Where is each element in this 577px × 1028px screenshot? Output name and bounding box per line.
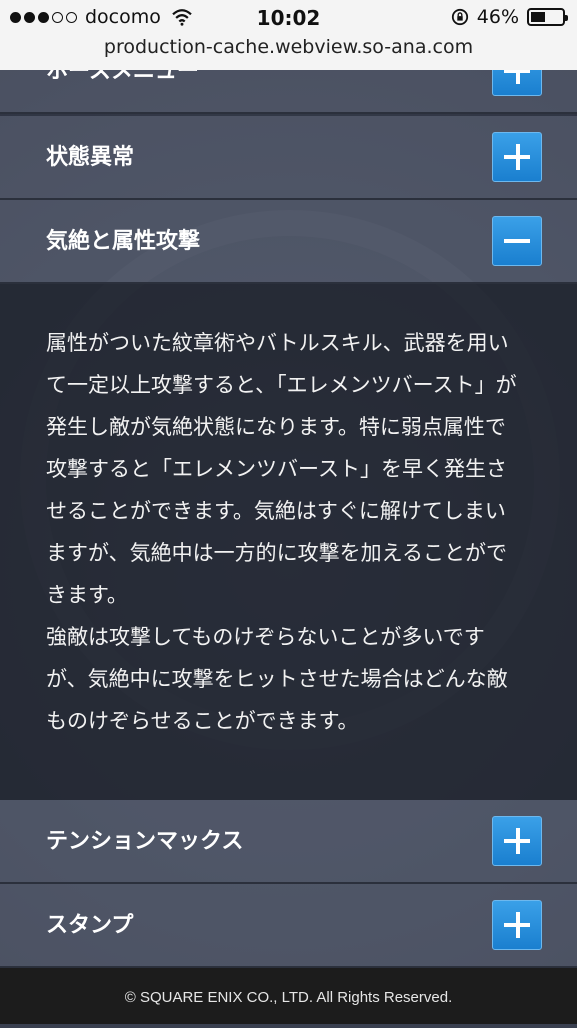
- accordion-item-horse-menu[interactable]: ホースメニュー: [0, 70, 577, 114]
- accordion-item-tension-max[interactable]: テンションマックス: [0, 800, 577, 884]
- footer-copyright: © SQUARE ENIX CO., LTD. All Rights Reser…: [0, 968, 577, 1024]
- accordion-item-stun-elemental[interactable]: 気絶と属性攻撃: [0, 200, 577, 284]
- expand-button[interactable]: [492, 900, 542, 950]
- collapse-button[interactable]: [492, 216, 542, 266]
- expand-button[interactable]: [492, 132, 542, 182]
- accordion-item-label: スタンプ: [46, 913, 134, 938]
- accordion-item-label: テンションマックス: [46, 829, 244, 854]
- battery-percent: 46%: [476, 6, 519, 28]
- accordion-item-label: ホースメニュー: [46, 70, 199, 84]
- url-bar[interactable]: production-cache.webview.so-ana.com: [0, 36, 577, 58]
- accordion-item-stamp[interactable]: スタンプ: [0, 884, 577, 968]
- rotation-lock-icon: [451, 8, 468, 26]
- status-right: 46%: [451, 6, 568, 28]
- accordion-item-label: 気絶と属性攻撃: [46, 229, 201, 254]
- minus-icon: [504, 239, 530, 243]
- accordion-panel-stun-elemental: 属性がついた紋章術やバトルスキル、武器を用いて一定以上攻撃すると、「エレメンツバ…: [0, 284, 577, 800]
- accordion-item-status-ailments[interactable]: 状態異常: [0, 116, 577, 200]
- expand-button[interactable]: [492, 816, 542, 866]
- battery-level: [531, 12, 545, 22]
- panel-body-text: 属性がついた紋章術やバトルスキル、武器を用いて一定以上攻撃すると、「エレメンツバ…: [46, 331, 517, 733]
- status-bar: docomo 10:02 46% production-cache.webvie…: [0, 0, 577, 70]
- accordion-item-label: 状態異常: [46, 145, 135, 170]
- expand-button[interactable]: [492, 70, 542, 96]
- page-content: ホースメニュー 状態異常 気絶と属性攻撃 属性がついた紋章術やバトルスキル、武器…: [0, 70, 577, 968]
- battery-icon: [527, 8, 568, 26]
